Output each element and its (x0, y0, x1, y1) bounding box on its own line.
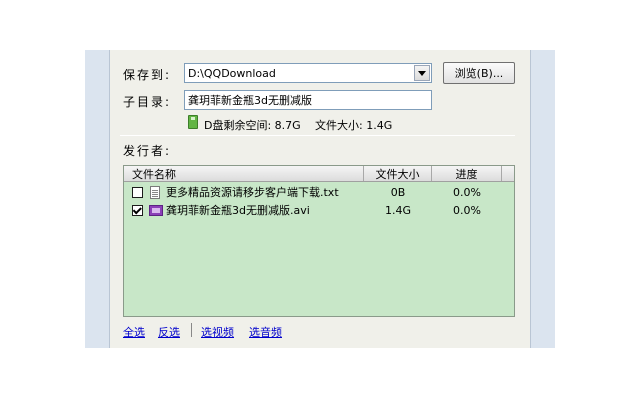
save-path-combo[interactable]: D:\QQDownload (184, 63, 432, 83)
save-to-label: 保存到: (123, 68, 172, 82)
file-progress: 0.0% (453, 203, 481, 217)
column-header-size[interactable]: 文件大小 (364, 166, 432, 181)
file-size: 0B (390, 185, 406, 199)
dropdown-button[interactable] (414, 65, 430, 81)
file-list-header: 文件名称 文件大小 进度 (124, 166, 514, 182)
column-header-name[interactable]: 文件名称 (124, 166, 364, 181)
row-checkbox[interactable] (132, 204, 143, 216)
select-video-link[interactable]: 选视频 (201, 324, 234, 340)
chevron-down-icon (418, 70, 426, 76)
window-frame-left (85, 50, 110, 348)
window-frame-right (530, 50, 555, 348)
subdir-label: 子目录: (123, 95, 172, 109)
disk-free-space: D盘剩余空间: 8.7G (204, 119, 301, 132)
disk-icon (188, 115, 198, 129)
select-audio-link[interactable]: 选音频 (249, 324, 282, 340)
text-file-icon (150, 185, 160, 199)
table-row[interactable]: 龚玥菲新金瓶3d无删减版.avi 1.4G 0.0% (124, 201, 514, 219)
row-checkbox[interactable] (132, 186, 143, 198)
browse-button[interactable]: 浏览(B)... (443, 62, 515, 84)
table-row[interactable]: 更多精品资源请移步客户端下载.txt 0B 0.0% (124, 183, 514, 201)
video-file-icon (149, 204, 163, 216)
invert-selection-link[interactable]: 反选 (158, 324, 180, 340)
select-all-link[interactable]: 全选 (123, 324, 145, 340)
subdir-input[interactable]: 龚玥菲新金瓶3d无删减版 (184, 90, 432, 110)
divider (120, 135, 515, 136)
file-list[interactable]: 文件名称 文件大小 进度 更多精品资源请移步客户端下载.txt 0B 0.0% … (123, 165, 515, 317)
file-size: 1.4G (384, 203, 412, 217)
publisher-label: 发行者: (123, 144, 172, 158)
save-path-value: D:\QQDownload (188, 66, 276, 80)
file-progress: 0.0% (453, 185, 481, 199)
column-header-progress[interactable]: 进度 (432, 166, 502, 181)
file-name: 龚玥菲新金瓶3d无删减版.avi (166, 204, 310, 217)
file-size-info: 文件大小: 1.4G (315, 119, 393, 132)
link-separator (191, 323, 192, 337)
file-name: 更多精品资源请移步客户端下载.txt (166, 186, 339, 199)
